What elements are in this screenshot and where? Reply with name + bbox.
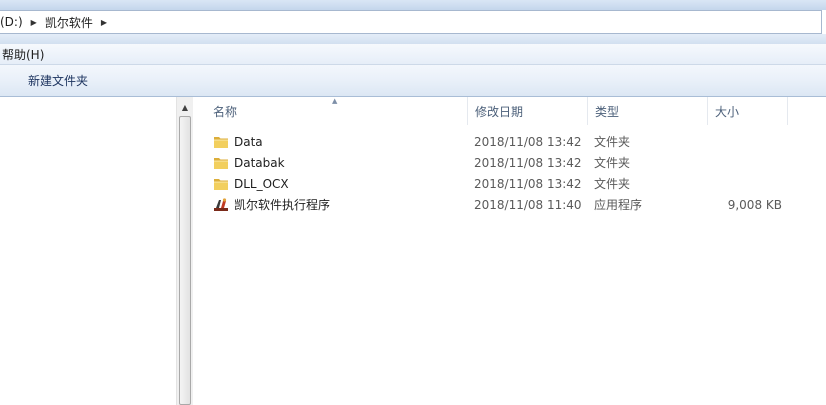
column-header-date-label: 修改日期 — [475, 104, 524, 119]
file-row[interactable]: Data 2018/11/08 13:42 文件夹 — [193, 131, 826, 152]
column-header-size-label: 大小 — [715, 104, 740, 119]
file-date: 2018/11/08 11:40 — [474, 197, 582, 212]
title-strip — [0, 0, 826, 10]
file-row[interactable]: 凯尔软件执行程序 2018/11/08 11:40 应用程序 9,008 KB — [193, 194, 826, 215]
column-header-type-label: 类型 — [595, 104, 620, 119]
file-name: DLL_OCX — [234, 176, 289, 191]
navigation-pane[interactable] — [0, 97, 176, 405]
breadcrumb-folder[interactable]: 凯尔软件 ▶ — [45, 11, 115, 33]
file-size: 9,008 KB — [727, 197, 782, 212]
file-name: Databak — [234, 155, 285, 170]
breadcrumb-drive-label: (D:) — [0, 15, 23, 29]
sort-ascending-icon: ▲ — [332, 97, 338, 105]
folder-icon — [213, 176, 229, 192]
file-name: Data — [234, 134, 263, 149]
breadcrumb-folder-label: 凯尔软件 — [44, 15, 93, 30]
breadcrumb-drive[interactable]: (D:) ▶ — [0, 11, 45, 33]
menu-help[interactable]: 帮助(H) — [0, 46, 46, 63]
navigation-scrollbar[interactable]: ▲ — [176, 97, 193, 405]
scroll-up-arrow-icon[interactable]: ▲ — [177, 100, 193, 114]
address-bar[interactable]: (D:) ▶ 凯尔软件 ▶ — [0, 10, 822, 34]
explorer-window: (D:) ▶ 凯尔软件 ▶ 帮助(H) 新建文件夹 ▲ ▲ 名称 修改日期 类型 — [0, 0, 826, 405]
file-date: 2018/11/08 13:42 — [474, 176, 582, 191]
column-header-row: ▲ 名称 修改日期 类型 大小 — [193, 97, 826, 125]
menu-bar: 帮助(H) — [0, 44, 826, 65]
file-row[interactable]: DLL_OCX 2018/11/08 13:42 文件夹 — [193, 173, 826, 194]
file-name-cell: DLL_OCX — [193, 176, 468, 192]
file-name-cell: 凯尔软件执行程序 — [193, 196, 468, 213]
file-type: 应用程序 — [594, 198, 643, 212]
new-folder-button[interactable]: 新建文件夹 — [28, 72, 88, 89]
file-name: 凯尔软件执行程序 — [234, 198, 331, 212]
folder-icon — [213, 155, 229, 171]
column-header-name[interactable]: ▲ 名称 — [193, 97, 468, 125]
chevron-right-icon[interactable]: ▶ — [96, 18, 115, 27]
file-date: 2018/11/08 13:42 — [474, 134, 582, 149]
file-rows: Data 2018/11/08 13:42 文件夹 Databak 2018/1… — [193, 131, 826, 215]
file-name-cell: Data — [193, 134, 468, 150]
file-list-pane: ▲ 名称 修改日期 类型 大小 Data 2018/11/08 13:42 文件… — [193, 97, 826, 405]
application-icon — [213, 197, 229, 213]
file-type: 文件夹 — [594, 177, 631, 191]
file-row[interactable]: Databak 2018/11/08 13:42 文件夹 — [193, 152, 826, 173]
column-header-type[interactable]: 类型 — [588, 97, 708, 125]
divider-band — [0, 34, 826, 44]
folder-icon — [213, 134, 229, 150]
command-toolbar: 新建文件夹 — [0, 65, 826, 97]
file-type: 文件夹 — [594, 135, 631, 149]
chevron-right-icon[interactable]: ▶ — [26, 18, 45, 27]
file-type: 文件夹 — [594, 156, 631, 170]
column-header-size[interactable]: 大小 — [708, 97, 788, 125]
file-name-cell: Databak — [193, 155, 468, 171]
column-header-name-label: 名称 — [213, 104, 238, 119]
file-date: 2018/11/08 13:42 — [474, 155, 582, 170]
column-header-date[interactable]: 修改日期 — [468, 97, 588, 125]
scrollbar-thumb[interactable] — [179, 116, 191, 405]
